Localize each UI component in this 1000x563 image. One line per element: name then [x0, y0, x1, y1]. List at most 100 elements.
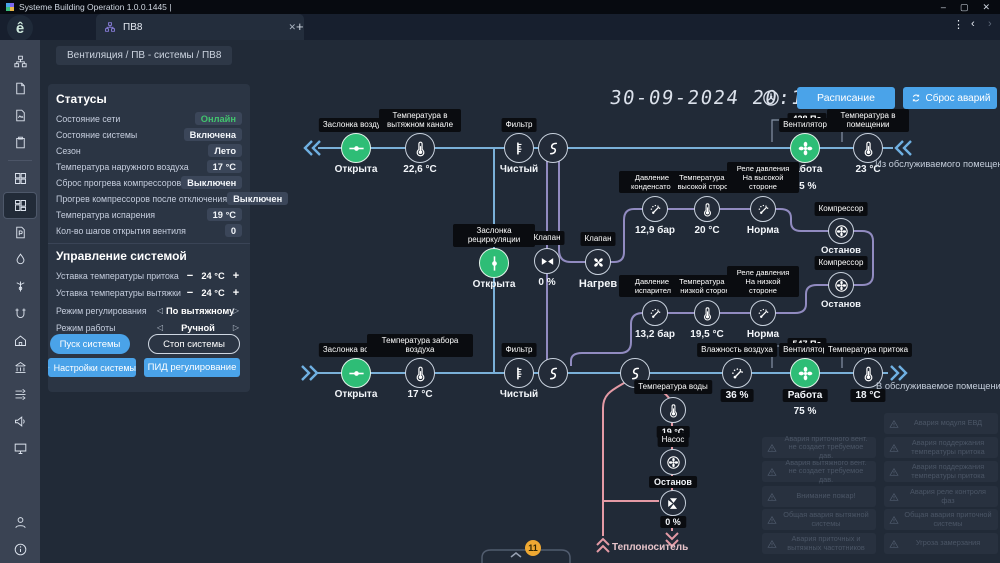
alarm-tile[interactable]: Авария реле контроля фаз: [884, 486, 998, 507]
selector-row: Режим регулирования ◁ По вытяжному ▷: [56, 303, 242, 318]
alarm-tile[interactable]: Авария приточных и вытяжных частотников: [762, 533, 876, 554]
tab-close-icon[interactable]: ✕: [288, 22, 296, 33]
status-row: Прогрев компрессоров после отключенияВык…: [56, 191, 242, 206]
alarm-tile[interactable]: Авария поддержания температуры притока: [884, 461, 998, 482]
system-settings-button[interactable]: Настройки системы: [48, 358, 136, 377]
alarm-tile[interactable]: Угроза замерзания: [884, 533, 998, 554]
alarm-tile[interactable]: Авария приточного вент. не создает требу…: [762, 437, 876, 458]
thermometer-icon: [405, 133, 435, 163]
thermometer-icon: [405, 358, 435, 388]
selector-value: По вытяжному: [166, 306, 230, 316]
forward-arrow-icon[interactable]: ›: [988, 18, 992, 30]
gauge-icon: [722, 358, 752, 388]
bowtie-valve-icon: [534, 248, 560, 274]
setpoint-row: Уставка температуры вытяжки − 24 °C +: [56, 285, 242, 300]
tab-graphic-icon: [104, 21, 116, 33]
settings-wheel-icon: [48, 362, 50, 373]
alarm-tile[interactable]: Внимание пожар!: [762, 486, 876, 507]
heat-medium-label: Теплоноситель: [612, 542, 688, 553]
warning-icon: [889, 539, 899, 549]
sidebar-item-hierarchy-icon[interactable]: [4, 48, 36, 75]
menu-dots-icon[interactable]: ⋮: [953, 18, 964, 31]
datetime-display: 30-09-2024 20:18: [608, 87, 818, 109]
sidebar-item-monitor-icon[interactable]: [4, 435, 36, 462]
next-option-icon[interactable]: ▷: [230, 323, 242, 332]
warning-icon: [889, 419, 899, 429]
prev-option-icon[interactable]: ◁: [154, 306, 166, 315]
close-button[interactable]: ✕: [982, 2, 990, 13]
pid-regulation-button[interactable]: ПИД регулирование: [144, 358, 240, 377]
minimize-button[interactable]: –: [941, 2, 946, 13]
prev-option-icon[interactable]: ◁: [154, 323, 166, 332]
fan-speed: 75 %: [794, 406, 817, 417]
status-value: Лето: [208, 144, 242, 157]
exhaust-flow-label: Из обслуживаемого помещения: [875, 159, 1000, 169]
thermometer-icon: [694, 300, 720, 326]
window-title: Systeme Building Operation 1.0.0.1445 |: [19, 2, 171, 12]
compressor-icon: [828, 272, 854, 298]
status-row: Кол-во шагов открытия вентиля0: [56, 223, 242, 238]
window-titlebar: Systeme Building Operation 1.0.0.1445 | …: [0, 0, 1000, 14]
sidebar-item-clipboard-icon[interactable]: [4, 129, 36, 156]
alarm-tile[interactable]: Авария вытяжного вент. не создает требуе…: [762, 461, 876, 482]
filter-icon: [504, 358, 534, 388]
warning-icon: [889, 443, 899, 453]
setpoint-row: Уставка температуры притока − 24 °C +: [56, 268, 242, 283]
status-row: Состояние системыВключена: [56, 127, 242, 142]
sidebar-item-report-icon[interactable]: [4, 75, 36, 102]
back-arrow-icon[interactable]: ‹: [971, 18, 975, 30]
sidebar-item-water-icon[interactable]: [4, 246, 36, 273]
decrease-button[interactable]: −: [184, 287, 196, 299]
status-value: Онлайн: [195, 112, 242, 125]
warning-icon: [767, 539, 777, 549]
sidebar-item-piping-icon[interactable]: [4, 273, 36, 300]
warning-icon: [767, 467, 777, 477]
new-tab-button[interactable]: +: [296, 19, 304, 34]
decrease-button[interactable]: −: [184, 270, 196, 282]
sidebar-item-graphic-icon[interactable]: [4, 102, 36, 129]
alarm-count-badge[interactable]: 11: [525, 540, 541, 556]
alarm-tile[interactable]: Общая авария вытяжной системы: [762, 509, 876, 530]
app-logo: ê: [7, 15, 33, 41]
stop-system-button[interactable]: Стоп системы: [148, 334, 240, 354]
sidebar-item-user-icon[interactable]: [4, 509, 36, 536]
damper-icon: [479, 248, 509, 278]
sidebar-item-dashboard-icon[interactable]: [3, 192, 37, 219]
tab-pv8[interactable]: ПВ8 ✕: [96, 14, 304, 40]
sidebar-item-trends-icon[interactable]: [4, 381, 36, 408]
warning-icon: [767, 492, 777, 502]
schedule-button[interactable]: Расписание: [797, 87, 895, 109]
tab-label: ПВ8: [123, 22, 142, 33]
sidebar-item-info-icon[interactable]: [4, 536, 36, 563]
increase-button[interactable]: +: [230, 270, 242, 282]
reset-alarms-button[interactable]: Сброс аварий: [903, 87, 997, 109]
start-system-button[interactable]: Пуск системы: [50, 334, 130, 354]
sidebar-item-plant-icon[interactable]: [4, 327, 36, 354]
next-option-icon[interactable]: ▷: [230, 306, 242, 315]
pump-icon: [660, 449, 686, 475]
gauge-icon: [642, 196, 668, 222]
status-value: Включена: [184, 128, 242, 141]
status-row: СезонЛето: [56, 143, 242, 158]
sidebar-item-duct-icon[interactable]: [4, 300, 36, 327]
alarm-tile[interactable]: Авария поддержания температуры притока: [884, 437, 998, 458]
alarm-tile[interactable]: Общая авария приточной системы: [884, 509, 998, 530]
sidebar-item-notifications-icon[interactable]: [4, 408, 36, 435]
selector-value: Ручной: [166, 323, 230, 333]
warning-icon: [767, 443, 777, 453]
sidebar-item-building-icon[interactable]: [4, 354, 36, 381]
breadcrumb[interactable]: Вентиляция / ПВ - системы / ПВ8: [56, 46, 232, 65]
warning-icon: [889, 467, 899, 477]
status-row: Температура испарения19 °C: [56, 207, 242, 222]
thermometer-icon: [694, 196, 720, 222]
sidebar-item-apps-icon[interactable]: [4, 165, 36, 192]
coil-icon: [538, 133, 568, 163]
alarm-tile[interactable]: Авария модуля ЕВД: [884, 413, 998, 434]
increase-button[interactable]: +: [230, 287, 242, 299]
statuses-title: Статусы: [56, 92, 107, 106]
sidebar-item-document-icon[interactable]: [4, 219, 36, 246]
status-row: Состояние сетиОнлайн: [56, 111, 242, 126]
maximize-button[interactable]: ▢: [960, 2, 969, 13]
selector-row: Режим работы ◁ Ручной ▷: [56, 320, 242, 335]
app-icon: [6, 3, 14, 11]
